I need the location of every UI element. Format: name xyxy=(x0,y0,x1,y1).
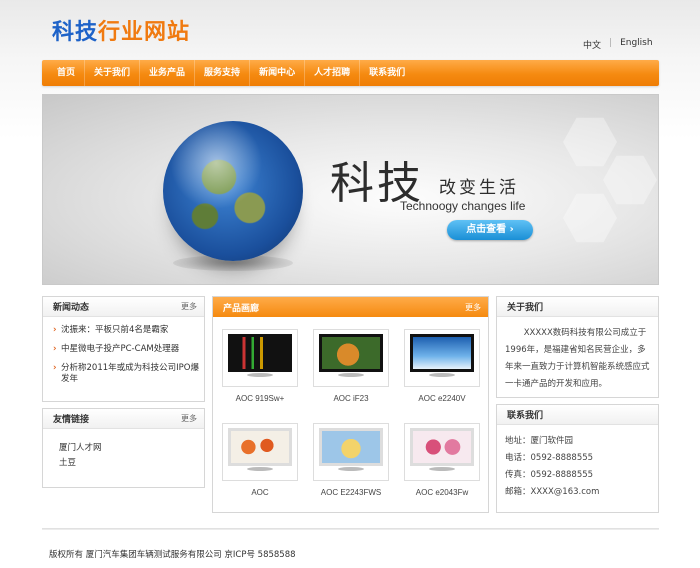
monitor-thumbnail xyxy=(313,423,389,481)
nav-about[interactable]: 关于我们 xyxy=(85,60,141,86)
nav-contact[interactable]: 联系我们 xyxy=(360,60,414,86)
news-title: 新闻动态 xyxy=(53,303,90,313)
banner-english-tagline: Technoogy changes life xyxy=(400,199,526,213)
contact-panel: 联系我们 地址：厦门软件园 电话：0592-8888555 传真：0592-88… xyxy=(496,404,659,513)
monitor-thumbnail xyxy=(222,329,298,387)
contact-fax: 传真：0592-8888555 xyxy=(505,470,594,480)
product-card[interactable]: AOC e2240V xyxy=(403,329,481,403)
contact-list: 地址：厦门软件园 电话：0592-8888555 传真：0592-8888555… xyxy=(497,425,658,501)
site-logo[interactable]: 科技行业网站 xyxy=(52,14,190,46)
lang-separator: | xyxy=(609,38,613,48)
main-nav: 首页 关于我们 业务产品 服务支持 新闻中心 人才招聘 联系我们 xyxy=(42,60,659,86)
decor-hexagon xyxy=(563,193,617,243)
banner-view-button[interactable]: 点击查看 › xyxy=(447,220,533,240)
contact-email[interactable]: 邮箱：XXXX@163.com xyxy=(497,484,658,501)
links-list: 厦门人才网 土豆 xyxy=(43,429,204,471)
footer-copyright: 版权所有 厦门汽车集团车辆测试服务有限公司 京ICP号 5858588 xyxy=(49,550,296,560)
logo-part-2: 行业网站 xyxy=(98,20,191,45)
products-more-link[interactable]: 更多 xyxy=(465,302,481,313)
contact-header: 联系我们 xyxy=(497,405,658,425)
news-item[interactable]: 沈振来：平板只前4名是霸家 xyxy=(43,325,204,336)
product-card[interactable]: AOC 919Sw+ xyxy=(221,329,299,403)
nav-home[interactable]: 首页 xyxy=(48,60,86,86)
contact-title: 联系我们 xyxy=(507,411,544,421)
links-header: 友情链接 更多 xyxy=(43,409,204,429)
lang-en-link[interactable]: English xyxy=(620,38,653,51)
news-more-link[interactable]: 更多 xyxy=(181,301,197,312)
decor-hexagon xyxy=(603,155,657,205)
product-card[interactable]: AOC e2043Fw xyxy=(403,423,481,497)
nav-services[interactable]: 服务支持 xyxy=(195,60,251,86)
product-name: AOC E2243FWS xyxy=(320,488,382,497)
product-name: AOC iF23 xyxy=(333,394,369,403)
nav-news[interactable]: 新闻中心 xyxy=(250,60,306,86)
contact-phone: 电话：0592-8888555 xyxy=(505,453,594,463)
products-title: 产品画廊 xyxy=(223,303,260,314)
product-name: AOC 919Sw+ xyxy=(235,394,285,403)
lang-zh-link[interactable]: 中文 xyxy=(583,38,601,51)
links-panel: 友情链接 更多 厦门人才网 土豆 xyxy=(42,408,205,488)
product-card[interactable]: AOC iF23 xyxy=(312,329,390,403)
hero-banner: 科技 改变生活 Technoogy changes life 点击查看 › xyxy=(42,94,659,285)
link-item[interactable]: 土豆 xyxy=(43,456,204,471)
monitor-thumbnail xyxy=(313,329,389,387)
product-name: AOC e2240V xyxy=(418,394,466,403)
contact-address: 地址：厦门软件园 xyxy=(505,436,574,446)
links-title: 友情链接 xyxy=(53,415,90,425)
links-more-link[interactable]: 更多 xyxy=(181,413,197,424)
product-card[interactable]: AOC xyxy=(221,423,299,497)
link-item[interactable]: 厦门人才网 xyxy=(43,441,204,456)
decor-hexagon xyxy=(563,117,617,167)
nav-products[interactable]: 业务产品 xyxy=(140,60,196,86)
logo-part-1: 科技 xyxy=(52,20,99,45)
nav-jobs[interactable]: 人才招聘 xyxy=(305,60,361,86)
products-panel: 产品画廊 更多 AOC 919Sw+ AOC iF23 AOC e2240V A… xyxy=(212,296,489,513)
news-panel: 新闻动态 更多 沈振来：平板只前4名是霸家 中星微电子投产PC-CAM处理器 分… xyxy=(42,296,205,402)
monitor-thumbnail xyxy=(222,423,298,481)
globe-image xyxy=(163,121,303,261)
about-panel: 关于我们 XXXXX数码科技有限公司成立于1996年，是福建省知名民营企业，多年… xyxy=(496,296,659,398)
monitor-thumbnail xyxy=(404,329,480,387)
monitor-thumbnail xyxy=(404,423,480,481)
news-item[interactable]: 中星微电子投产PC-CAM处理器 xyxy=(43,344,204,355)
about-title: 关于我们 xyxy=(507,303,544,313)
footer-divider xyxy=(42,528,659,530)
news-list: 沈振来：平板只前4名是霸家 中星微电子投产PC-CAM处理器 分析称2011年或… xyxy=(43,325,204,385)
product-name: AOC xyxy=(251,488,269,497)
about-text: XXXXX数码科技有限公司成立于1996年，是福建省知名民营企业，多年来一直致力… xyxy=(505,328,650,389)
about-header: 关于我们 xyxy=(497,297,658,317)
news-header: 新闻动态 更多 xyxy=(43,297,204,317)
news-item[interactable]: 分析称2011年或成为科技公司IPO爆发年 xyxy=(43,363,204,385)
product-card[interactable]: AOC E2243FWS xyxy=(312,423,390,497)
banner-subheadline: 改变生活 xyxy=(439,178,519,198)
product-name: AOC e2043Fw xyxy=(415,488,469,497)
products-header: 产品画廊 更多 xyxy=(213,297,488,317)
language-switcher: 中文 | English xyxy=(583,38,653,51)
